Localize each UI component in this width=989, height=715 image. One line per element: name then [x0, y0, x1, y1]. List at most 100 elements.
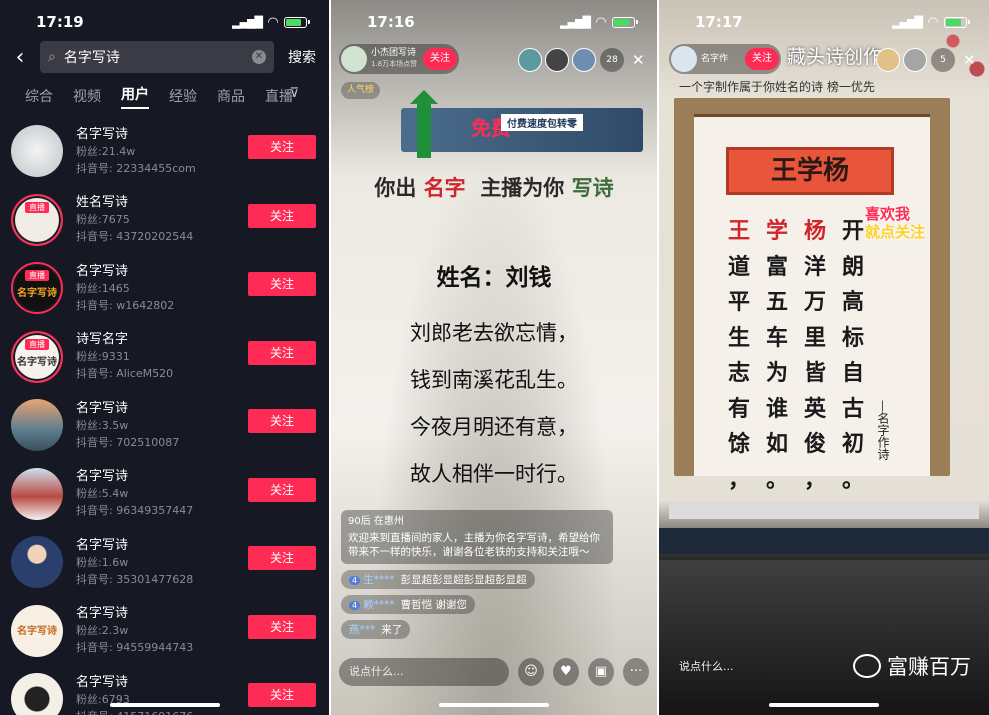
- viewer-avatar[interactable]: [572, 48, 596, 72]
- poem-char: 道: [727, 253, 750, 280]
- chat-line[interactable]: 4 生**** 彭显超彭显超彭显超彭显超: [341, 570, 535, 589]
- avatar[interactable]: [11, 125, 63, 178]
- follow-button[interactable]: 关注: [248, 614, 316, 639]
- comment-input[interactable]: 说点什么...: [669, 653, 789, 681]
- more-icon[interactable]: ···: [623, 658, 649, 686]
- user-row[interactable]: 名字写诗 粉丝:5.4w 抖音号: 96349357447 关注: [0, 460, 329, 529]
- acrostic-grid: 王道平生志有馀， 学富五车为谁如。 杨洋万里皆英俊， 开朗高标自古初。 —名字作…: [720, 214, 894, 498]
- gift-icon[interactable]: ▣: [588, 658, 614, 686]
- viewer-avatar[interactable]: [518, 48, 542, 72]
- poem-line: 故人相伴一时行。: [410, 462, 578, 486]
- follow-button[interactable]: 关注: [248, 203, 316, 228]
- poem-char: 如: [765, 431, 788, 457]
- avatar[interactable]: [11, 467, 63, 520]
- emoji-icon[interactable]: ☺: [518, 658, 544, 686]
- avatar[interactable]: 直播: [11, 193, 63, 246]
- user-row[interactable]: 直播 名字写诗 名字写诗 粉丝:1465 抖音号: w1642802 关注: [0, 254, 329, 323]
- poem-char: 平: [727, 289, 750, 315]
- chat-text: 来了: [381, 624, 403, 636]
- poem-char: 有: [727, 395, 750, 422]
- chat-user[interactable]: 燕***: [349, 624, 375, 636]
- promo-banner[interactable]: 免费 付费速度包转零: [401, 108, 643, 152]
- viewer-avatar[interactable]: [545, 48, 569, 72]
- clear-icon[interactable]: ✕: [252, 50, 266, 64]
- avatar[interactable]: [11, 536, 63, 589]
- search-button[interactable]: 搜索: [288, 47, 316, 67]
- message-body: 欢迎来到直播间的家人，主播为你名字写诗，希望给你带来不一样的快乐，谢谢各位老铁的…: [348, 532, 600, 558]
- filter-icon[interactable]: ⊽: [289, 86, 299, 101]
- avatar[interactable]: 直播 名字写诗: [11, 262, 63, 315]
- poem-column: 王道平生志有馀 ，: [720, 214, 758, 498]
- viewer-count[interactable]: 28: [600, 48, 624, 72]
- battery-icon: [284, 16, 310, 28]
- tab-video[interactable]: 视频: [73, 86, 101, 106]
- user-row[interactable]: 名字写诗 名字写诗 粉丝:2.3w 抖音号: 94559944743 关注: [0, 597, 329, 666]
- search-tabs: 综合 视频 用户 经验 商品 直播 ⊽: [0, 82, 329, 110]
- poem-line: 钱到南溪花乱生。: [410, 368, 578, 392]
- user-row[interactable]: 名字写诗 粉丝:3.5w 抖音号: 702510087 关注: [0, 391, 329, 460]
- tab-experience[interactable]: 经验: [169, 86, 197, 106]
- chat-line[interactable]: 燕*** 来了: [341, 620, 411, 639]
- poem-char: 初: [841, 431, 864, 457]
- follow-button[interactable]: 关注: [423, 48, 457, 70]
- back-icon[interactable]: ‹: [0, 45, 40, 70]
- host-card[interactable]: 名字作 关注: [669, 44, 781, 74]
- viewer-avatar[interactable]: [876, 48, 900, 72]
- search-input[interactable]: ⌕ 名字写诗 ✕: [40, 41, 274, 73]
- scroll-paper: 王学杨 王道平生志有馀， 学富五车为谁如。 杨洋万里皆英俊， 开朗高标自古初。 …: [694, 114, 930, 493]
- avatar[interactable]: 直播 名字写诗: [11, 330, 63, 383]
- avatar[interactable]: [11, 673, 63, 715]
- slogan-part: 主播为你: [480, 175, 565, 200]
- follow-button[interactable]: 关注: [248, 272, 316, 296]
- home-indicator: [439, 703, 549, 707]
- poem-char: 万: [803, 289, 826, 315]
- search-row: ‹ ⌕ 名字写诗 ✕ 搜索: [0, 40, 329, 74]
- user-row[interactable]: 直播 名字写诗 诗写名字 粉丝:9331 抖音号: AliceM520 关注: [0, 323, 329, 392]
- follow-button[interactable]: 关注: [248, 477, 316, 502]
- live-badge: 直播: [25, 201, 49, 213]
- poem-char: 五: [765, 289, 788, 315]
- avatar-text: 名字写诗: [17, 288, 57, 300]
- follow-button[interactable]: 关注: [745, 48, 779, 70]
- chat-user[interactable]: 生****: [363, 574, 395, 586]
- user-row[interactable]: 名字写诗粉丝:6793抖音号: 41571691676 关注: [0, 665, 329, 715]
- host-avatar[interactable]: [341, 46, 367, 72]
- follow-button[interactable]: 关注: [248, 546, 316, 570]
- viewer-list[interactable]: 28 ✕: [515, 48, 645, 72]
- poem-char: 英: [803, 395, 826, 422]
- chat-line[interactable]: 4 赖**** 曹哲恺 谢谢您: [341, 595, 475, 614]
- poem-scroll: 王学杨 王道平生志有馀， 学富五车为谁如。 杨洋万里皆英俊， 开朗高标自古初。 …: [674, 98, 950, 493]
- host-avatar[interactable]: [671, 46, 697, 72]
- signal-icon: ▂▄▆█: [892, 15, 923, 29]
- wechat-icon: [853, 654, 881, 678]
- close-icon[interactable]: ✕: [632, 51, 645, 69]
- watermark: 富赚百万: [853, 651, 971, 681]
- live-badge: 直播: [25, 338, 49, 350]
- user-id: 抖音号: 41571691676: [76, 708, 329, 715]
- avatar[interactable]: 名字写诗: [11, 604, 63, 657]
- viewer-count[interactable]: 5: [931, 48, 955, 72]
- avatar[interactable]: [11, 399, 63, 452]
- comment-input[interactable]: 说点什么...: [339, 658, 509, 686]
- host-card[interactable]: 小杰团写诗 1.8万本场点赞 关注: [339, 44, 459, 74]
- follow-button[interactable]: 关注: [248, 340, 316, 365]
- follow-button[interactable]: 关注: [248, 409, 316, 433]
- close-icon[interactable]: ✕: [963, 51, 976, 69]
- host-name: 名字作: [701, 53, 729, 64]
- chat-feed: 90后 在惠州 欢迎来到直播间的家人，主播为你名字写诗，希望给你带来不一样的快乐…: [341, 510, 613, 643]
- tab-goods[interactable]: 商品: [217, 86, 245, 106]
- viewer-avatar[interactable]: [903, 48, 927, 72]
- heart-icon[interactable]: ♥: [553, 658, 579, 686]
- user-row[interactable]: 直播 姓名写诗 粉丝:7675 抖音号: 43720202544 关注: [0, 186, 329, 255]
- user-row[interactable]: 名字写诗 粉丝:1.6w 抖音号: 35301477628 关注: [0, 528, 329, 597]
- poem-char: 谁: [765, 395, 788, 422]
- user-row[interactable]: 名字写诗 粉丝:21.4w 抖音号: 22334455com 关注: [0, 117, 329, 186]
- follow-button[interactable]: 关注: [248, 683, 316, 707]
- chat-user[interactable]: 赖****: [363, 599, 395, 611]
- slogan: 你出 名字 主播为你 写诗: [331, 172, 657, 202]
- tab-users[interactable]: 用户: [121, 84, 149, 109]
- follow-button[interactable]: 关注: [248, 135, 316, 159]
- popularity-rank[interactable]: 人气榜: [341, 82, 381, 99]
- viewer-list[interactable]: 5 ✕: [873, 48, 976, 72]
- tab-all[interactable]: 综合: [25, 86, 53, 106]
